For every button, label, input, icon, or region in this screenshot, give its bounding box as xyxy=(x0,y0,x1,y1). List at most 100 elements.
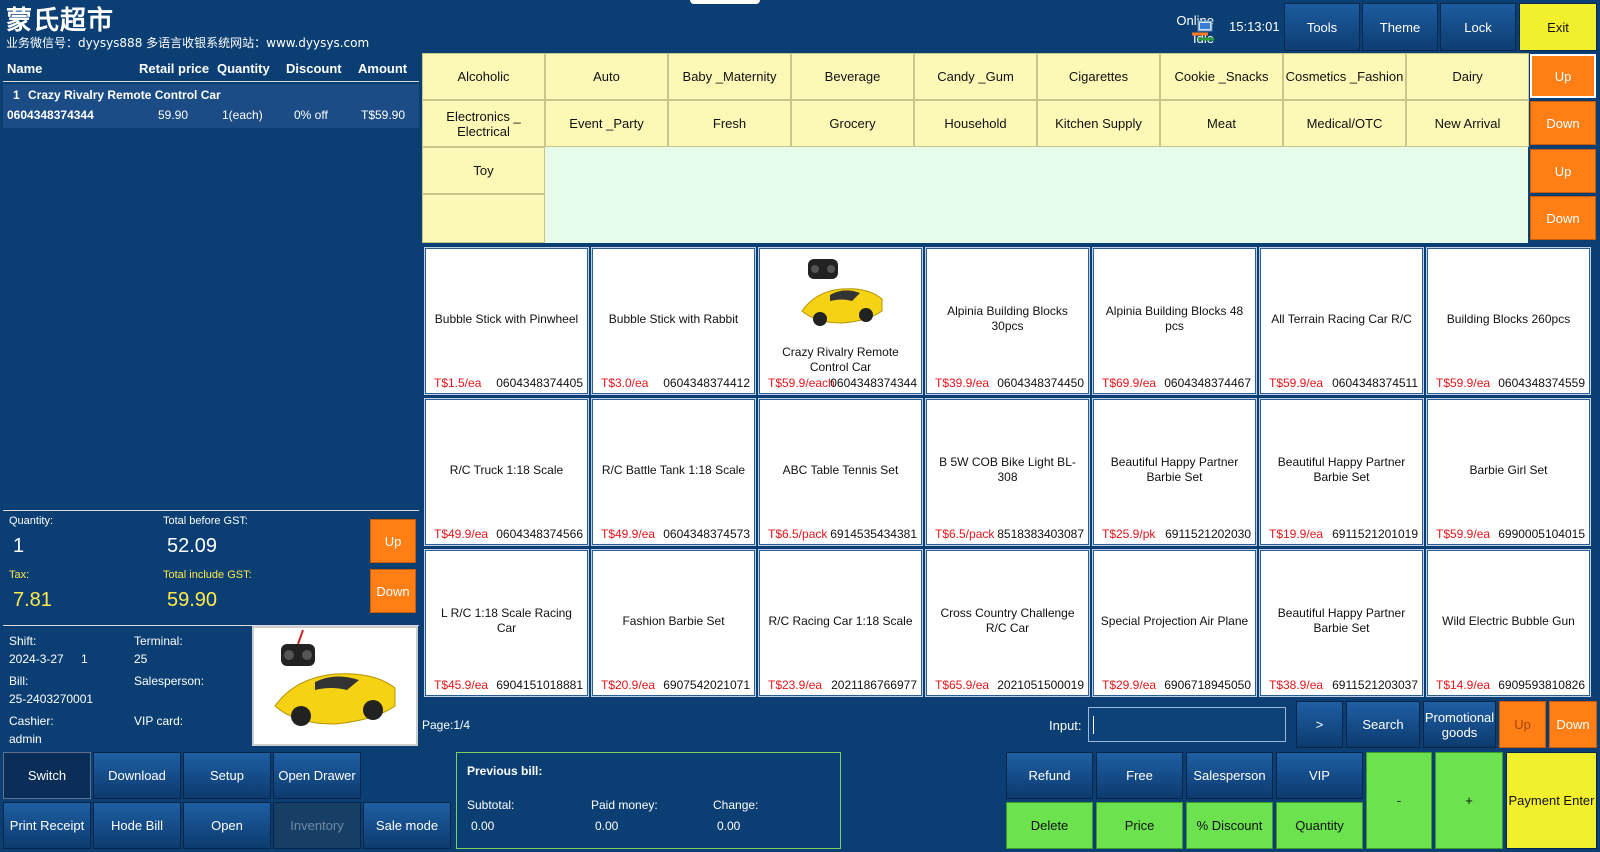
category-toy[interactable]: Toy xyxy=(422,147,545,194)
category-candy-gum[interactable]: Candy _Gum xyxy=(914,53,1037,100)
receipt-up-button[interactable]: Up xyxy=(370,519,416,563)
product-name: R/C Racing Car 1:18 Scale xyxy=(768,613,913,628)
product-tile[interactable]: Beautiful Happy Partner Barbie Set T$38.9… xyxy=(1259,549,1424,697)
product-tile[interactable]: Cross Country Challenge R/C Car T$65.9/ea… xyxy=(925,549,1090,697)
payment-enter-button[interactable]: Payment Enter xyxy=(1506,752,1597,849)
lock-button[interactable]: Lock xyxy=(1440,3,1516,51)
product-tile[interactable]: Alpinia Building Blocks 30pcs T$39.9/ea 06… xyxy=(925,247,1090,395)
theme-button[interactable]: Theme xyxy=(1362,3,1438,51)
search-button[interactable]: Search xyxy=(1346,701,1420,748)
receipt-row[interactable]: 1 Crazy Rivalry Remote Control Car 06043… xyxy=(3,84,419,128)
product-tile[interactable]: Wild Electric Bubble Gun T$14.9/ea 6909593… xyxy=(1426,549,1591,697)
product-code: 2021186766977 xyxy=(831,678,917,692)
product-code: 6911521202030 xyxy=(1165,527,1251,541)
product-tile[interactable]: Beautiful Happy Partner Barbie Set T$19.9… xyxy=(1259,398,1424,546)
product-tile[interactable]: Alpinia Building Blocks 48 pcs T$69.9/ea 0… xyxy=(1092,247,1257,395)
category-up-button[interactable]: Up xyxy=(1530,54,1596,98)
product-price: T$39.9/ea xyxy=(935,376,990,390)
incl-gst-label: Total include GST: xyxy=(163,569,252,581)
category-baby-maternity[interactable]: Baby _Maternity xyxy=(668,53,791,100)
category-grocery[interactable]: Grocery xyxy=(791,100,914,147)
free-button[interactable]: Free xyxy=(1096,752,1183,799)
category-new-arrival[interactable]: New Arrival xyxy=(1406,100,1529,147)
setup-button[interactable]: Setup xyxy=(183,752,271,799)
promotional-goods-button[interactable]: Promotional goods xyxy=(1423,701,1496,748)
shift-date: 2024-3-27 xyxy=(9,652,64,666)
inventory-button[interactable]: Inventory xyxy=(273,802,361,849)
subcategory-up-button[interactable]: Up xyxy=(1530,149,1596,193)
category-meat[interactable]: Meat xyxy=(1160,100,1283,147)
row-price: 59.90 xyxy=(158,108,189,122)
refund-button[interactable]: Refund xyxy=(1006,752,1093,799)
product-name: Alpinia Building Blocks 48 pcs xyxy=(1105,304,1244,333)
salesperson-label: Salesperson: xyxy=(134,674,205,688)
tools-button[interactable]: Tools xyxy=(1284,3,1360,51)
switch-button[interactable]: Switch xyxy=(3,752,91,799)
bill-value: 25-2403270001 xyxy=(9,692,94,706)
category-dairy[interactable]: Dairy xyxy=(1406,53,1529,100)
product-tile[interactable]: R/C Truck 1:18 Scale T$49.9/ea 06043483745… xyxy=(424,398,589,546)
product-tile[interactable]: Bubble Stick with Pinwheel T$1.5/ea 060434… xyxy=(424,247,589,395)
plus-button[interactable]: + xyxy=(1435,752,1503,849)
salesperson-button[interactable]: Salesperson xyxy=(1186,752,1273,799)
price-button[interactable]: Price xyxy=(1096,802,1183,849)
category-cookie-snacks[interactable]: Cookie _Snacks xyxy=(1160,53,1283,100)
category-auto[interactable]: Auto xyxy=(545,53,668,100)
download-button[interactable]: Download xyxy=(93,752,181,799)
shift-number: 1 xyxy=(81,652,88,666)
col-name: Name xyxy=(7,61,43,76)
product-price: T$14.9/ea xyxy=(1436,678,1491,692)
product-price: T$45.9/ea xyxy=(434,678,489,692)
category-medical-otc[interactable]: Medical/OTC xyxy=(1283,100,1406,147)
row-index: 1 xyxy=(13,88,20,102)
window-handle xyxy=(690,0,760,4)
product-tile[interactable]: R/C Racing Car 1:18 Scale T$23.9/ea 202118… xyxy=(758,549,923,697)
product-tile[interactable]: Barbie Girl Set T$59.9/ea 6990005104015 xyxy=(1426,398,1591,546)
discount-button[interactable]: % Discount xyxy=(1186,802,1273,849)
barcode-input[interactable] xyxy=(1088,707,1286,742)
category-fresh[interactable]: Fresh xyxy=(668,100,791,147)
product-tile[interactable]: Fashion Barbie Set T$20.9/ea 6907542021071 xyxy=(591,549,756,697)
paid-money-label: Paid money: xyxy=(591,798,658,812)
product-name: All Terrain Racing Car R/C xyxy=(1271,311,1412,326)
category-cosmetics-fashion[interactable]: Cosmetics _Fashion xyxy=(1283,53,1406,100)
category-event-party[interactable]: Event _Party xyxy=(545,100,668,147)
product-tile[interactable]: Crazy Rivalry Remote Control Car T$59.9/e… xyxy=(758,247,923,395)
receipt-down-button[interactable]: Down xyxy=(370,569,416,613)
shift-label: Shift: xyxy=(9,634,37,648)
print-receipt-button[interactable]: Print Receipt xyxy=(3,802,91,849)
category-household[interactable]: Household xyxy=(914,100,1037,147)
category-alcoholic[interactable]: Alcoholic xyxy=(422,53,545,100)
category-beverage[interactable]: Beverage xyxy=(791,53,914,100)
quantity-button[interactable]: Quantity xyxy=(1276,802,1363,849)
next-page-button[interactable]: > xyxy=(1296,701,1343,748)
delete-button[interactable]: Delete xyxy=(1006,802,1093,849)
product-tile[interactable]: Bubble Stick with Rabbit T$3.0/ea 06043483… xyxy=(591,247,756,395)
hold-bill-button[interactable]: Hode Bill xyxy=(93,802,181,849)
product-tile[interactable]: L R/C 1:18 Scale Racing Car T$45.9/ea 6904… xyxy=(424,549,589,697)
product-tile[interactable]: Building Blocks 260pcs T$59.9/ea 060434837… xyxy=(1426,247,1591,395)
product-tile[interactable]: B 5W COB Bike Light BL-308 T$6.5/pack 8518… xyxy=(925,398,1090,546)
product-name: B 5W COB Bike Light BL-308 xyxy=(939,455,1076,484)
category-down-button[interactable]: Down xyxy=(1530,101,1596,145)
open-drawer-button[interactable]: Open Drawer xyxy=(273,752,361,799)
category-electronics[interactable]: Electronics _ Electrical xyxy=(422,100,545,147)
product-code: 6907542021071 xyxy=(663,678,750,692)
product-tile[interactable]: R/C Battle Tank 1:18 Scale T$49.9/ea 06043… xyxy=(591,398,756,546)
minus-button[interactable]: - xyxy=(1366,752,1432,849)
open-button[interactable]: Open xyxy=(183,802,271,849)
product-down-button[interactable]: Down xyxy=(1549,701,1597,748)
category-cigarettes[interactable]: Cigarettes xyxy=(1037,53,1160,100)
product-code: 2021051500019 xyxy=(997,678,1084,692)
product-price: T$49.9/ea xyxy=(434,527,489,541)
product-tile[interactable]: Beautiful Happy Partner Barbie Set T$25.9… xyxy=(1092,398,1257,546)
product-tile[interactable]: Special Projection Air Plane T$29.9/ea 690… xyxy=(1092,549,1257,697)
category-kitchen-supply[interactable]: Kitchen Supply xyxy=(1037,100,1160,147)
product-tile[interactable]: All Terrain Racing Car R/C T$59.9/ea 06043… xyxy=(1259,247,1424,395)
vip-button[interactable]: VIP xyxy=(1276,752,1363,799)
exit-button[interactable]: Exit xyxy=(1519,3,1597,51)
sale-mode-button[interactable]: Sale mode xyxy=(363,802,451,849)
subcategory-down-button[interactable]: Down xyxy=(1530,196,1596,240)
product-tile[interactable]: ABC Table Tennis Set T$6.5/pack 6914535434… xyxy=(758,398,923,546)
product-up-button[interactable]: Up xyxy=(1499,701,1546,748)
